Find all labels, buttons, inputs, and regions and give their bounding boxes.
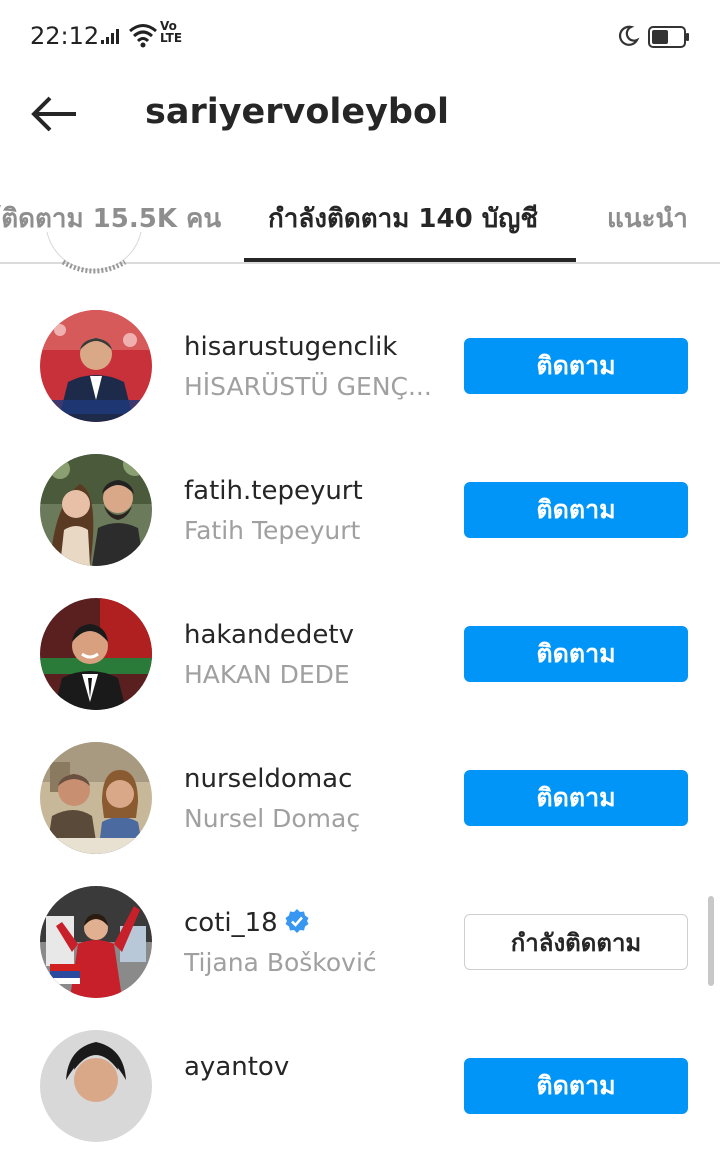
username[interactable]: nurseldomac [184, 764, 352, 794]
list-item[interactable]: fatih.tepeyurt Fatih Tepeyurt ติดตาม [0, 454, 720, 598]
volte-bottom-label: LTE [160, 31, 183, 45]
status-bar: 22:12 Vo LTE [0, 0, 720, 72]
follow-button[interactable]: ติดตาม [464, 338, 688, 394]
back-button[interactable] [28, 88, 88, 138]
active-tab-indicator [244, 258, 576, 262]
full-name: Fatih Tepeyurt [184, 516, 361, 545]
volte-indicator: Vo LTE [160, 20, 182, 44]
list-item[interactable]: coti_18 Tijana Bošković กำลังติดตาม [0, 886, 720, 1030]
verified-badge-icon [285, 909, 309, 933]
username[interactable]: hisarustugenclik [184, 332, 397, 362]
status-time: 22:12 [30, 22, 100, 50]
tab-following[interactable]: กำลังติดตาม 140 บัญชี [268, 198, 538, 239]
wifi-icon [129, 24, 157, 48]
follow-button[interactable]: ติดตาม [464, 626, 688, 682]
username[interactable]: fatih.tepeyurt [184, 476, 363, 506]
username-text: coti_18 [184, 908, 278, 938]
signal-icon [101, 29, 119, 44]
following-button[interactable]: กำลังติดตาม [464, 914, 688, 970]
username[interactable]: coti_18 [184, 908, 310, 938]
moon-icon [619, 25, 640, 46]
follow-button[interactable]: ติดตาม [464, 482, 688, 538]
tab-suggested[interactable]: แนะนำ [607, 198, 688, 239]
avatar[interactable] [40, 598, 152, 710]
battery-icon [648, 26, 689, 48]
header: sariyervoleybol [0, 72, 720, 152]
username[interactable]: ayantov [184, 1052, 289, 1082]
list-item[interactable]: nurseldomac Nursel Domaç ติดตาม [0, 742, 720, 886]
back-arrow-icon [31, 96, 76, 132]
avatar[interactable] [40, 742, 152, 854]
scrollbar[interactable] [708, 896, 714, 986]
full-name: HİSARÜSTÜ GENÇ... [184, 372, 432, 401]
list-item[interactable]: ayantov ติดตาม [0, 1030, 720, 1174]
username[interactable]: hakandedetv [184, 620, 354, 650]
avatar[interactable] [40, 1030, 152, 1142]
list-item[interactable]: hakandedetv HAKAN DEDE ติดตาม [0, 598, 720, 742]
avatar[interactable] [40, 454, 152, 566]
avatar[interactable] [40, 886, 152, 998]
full-name: HAKAN DEDE [184, 660, 350, 689]
follow-button[interactable]: ติดตาม [464, 1058, 688, 1114]
full-name: Tijana Bošković [184, 948, 377, 977]
full-name: Nursel Domaç [184, 804, 361, 833]
avatar[interactable] [40, 310, 152, 422]
partial-avatar [45, 232, 143, 277]
list-item[interactable]: hisarustugenclik HİSARÜSTÜ GENÇ... ติดตา… [0, 310, 720, 454]
follow-button[interactable]: ติดตาม [464, 770, 688, 826]
page-title: sariyervoleybol [145, 92, 450, 132]
